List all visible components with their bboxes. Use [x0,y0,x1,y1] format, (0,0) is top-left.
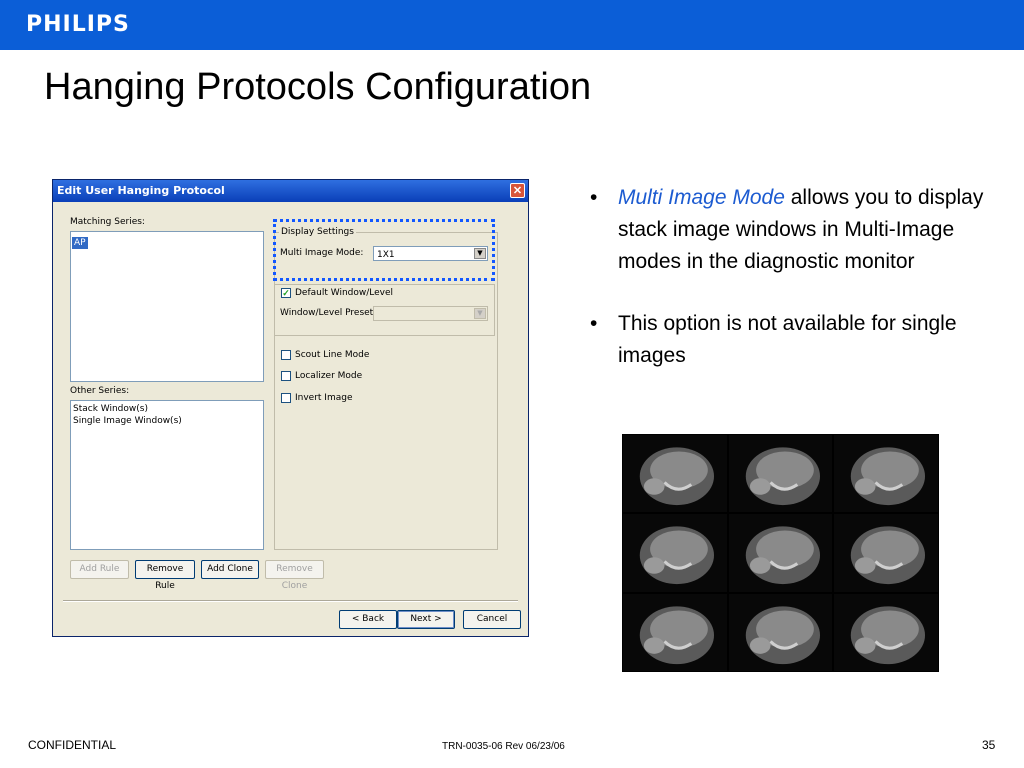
list-item[interactable]: Single Image Window(s) [71,415,263,427]
page-number: 35 [982,738,996,752]
remove-rule-button[interactable]: Remove Rule [135,560,195,591]
mri-image [728,435,833,513]
divider [63,600,518,602]
matching-series-list[interactable]: AP [70,231,264,382]
mri-image [834,593,938,671]
localizer-mode-checkbox[interactable] [281,371,291,381]
list-item[interactable]: AP [72,237,88,249]
cancel-button[interactable]: Cancel [463,610,521,629]
mri-image [623,593,727,671]
bullet-list: • Multi Image Mode allows you to display… [590,182,990,402]
bullet-icon: • [590,186,598,209]
matching-series-label: Matching Series: [70,217,145,227]
mri-image [834,435,938,513]
remove-clone-button[interactable]: Remove Clone [265,560,324,591]
scout-line-mode-checkbox[interactable] [281,350,291,360]
add-clone-button[interactable]: Add Clone [201,560,259,579]
mri-image [623,435,727,513]
mri-multi-image-grid [622,434,939,672]
other-series-label: Other Series: [70,386,130,396]
scout-line-mode-label: Scout Line Mode [295,350,370,360]
footer-confidential: CONFIDENTIAL [28,738,117,752]
add-rule-button[interactable]: Add Rule [70,560,129,579]
invert-image-checkbox[interactable] [281,393,291,403]
dialog-title: Edit User Hanging Protocol [57,184,225,197]
philips-logo: PHILIPS [26,12,130,37]
back-button[interactable]: < Back [339,610,397,629]
bullet-text: This option is not available for single … [618,312,957,367]
dialog-titlebar[interactable]: Edit User Hanging Protocol ✕ [53,180,528,202]
slide-title: Hanging Protocols Configuration [44,66,592,108]
default-window-level-label: Default Window/Level [295,288,394,298]
multi-image-mode-highlight [273,219,495,281]
default-window-level-checkbox[interactable]: ✓ [281,288,291,298]
window-level-preset-label: Window/Level Preset: [280,308,377,318]
bullet-emphasis: Multi Image Mode [618,186,785,209]
bullet-icon: • [590,312,598,335]
bullet-item: • This option is not available for singl… [590,308,990,372]
window-level-preset-select[interactable]: ▼ [373,306,488,321]
footer-doc-id: TRN-0035-06 Rev 06/23/06 [442,741,565,752]
mri-image [623,514,727,592]
header-bar: PHILIPS [0,0,1024,50]
other-series-list[interactable]: Stack Window(s) Single Image Window(s) [70,400,264,550]
close-icon[interactable]: ✕ [510,183,525,198]
chevron-down-icon[interactable]: ▼ [474,308,486,319]
mri-image [834,514,938,592]
list-item[interactable]: Stack Window(s) [71,403,263,415]
invert-image-label: Invert Image [295,393,353,403]
mri-image [728,514,833,592]
mri-image [728,593,833,671]
localizer-mode-label: Localizer Mode [295,371,363,381]
bullet-item: • Multi Image Mode allows you to display… [590,182,990,278]
next-button[interactable]: Next > [397,610,455,629]
